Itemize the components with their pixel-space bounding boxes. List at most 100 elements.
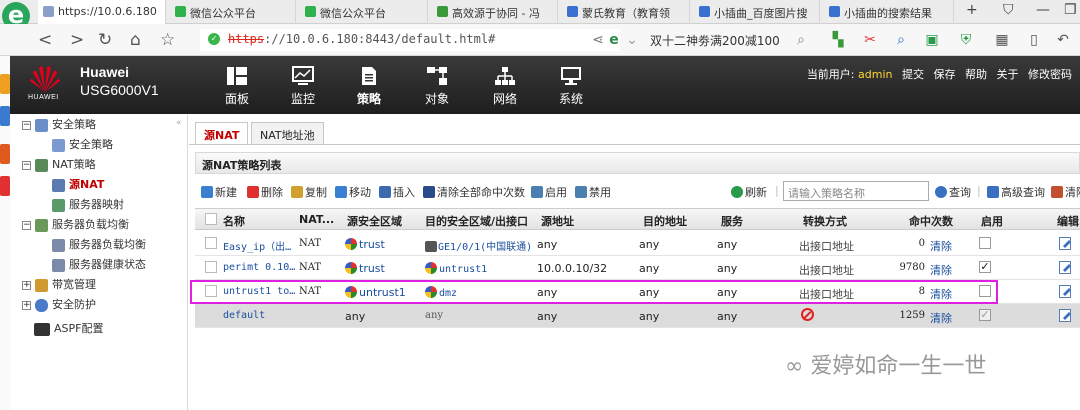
col-service[interactable]: 服务 [721,213,743,229]
tree-item-slb-group[interactable]: − 服务器负载均衡 [22,216,129,234]
rule-name[interactable]: perimt 0.10… [223,262,295,273]
about-link[interactable]: 关于 [997,68,1019,81]
edit-icon[interactable] [1059,261,1072,274]
tree-item-bandwidth[interactable]: + 带宽管理 [22,276,96,294]
advanced-query-button[interactable]: 高级查询 [987,184,1045,200]
col-dst-zone[interactable]: 目的安全区域/出接口 [425,213,528,229]
favorite-icon[interactable]: ☆ [160,30,175,50]
find-icon[interactable]: ⌕ [893,32,909,48]
query-button[interactable]: 查询 [935,184,971,200]
share-icon[interactable]: ⋖ [590,32,606,48]
row-checkbox[interactable] [205,237,217,249]
menu-policy[interactable]: 策略 [344,66,394,107]
tree-item-source-nat[interactable]: 源NAT [52,176,104,194]
delete-button[interactable]: 删除 [247,184,283,200]
chevron-down-icon[interactable]: ⌄ [624,32,640,48]
forward-icon[interactable]: > [70,30,84,50]
reload-icon[interactable]: ↻ [98,30,112,50]
menu-network[interactable]: 网络 [480,66,530,107]
clear-hits-link[interactable]: 清除 [930,286,952,302]
rule-name[interactable]: untrust1 to… [223,286,295,297]
col-hits[interactable]: 命中次数 [909,213,953,229]
new-button[interactable]: 新建 [201,184,237,200]
mobile-icon[interactable]: ▯ [1026,32,1042,48]
enable-checkbox[interactable] [979,237,991,249]
apps-icon[interactable]: ▦ [994,32,1010,48]
tree-item-server-health[interactable]: 服务器健康状态 [52,256,146,274]
table-row[interactable]: Easy_ip（出… NAT trust GE1/0/1(中国联通) any a… [195,232,1080,256]
security-icon[interactable]: ⛨ [958,32,974,48]
cut-icon[interactable]: ✂ [862,32,878,48]
browser-mode-icon[interactable]: e [606,32,622,48]
undo-icon[interactable]: ↶ [1055,32,1071,48]
col-edit[interactable]: 编辑 [1057,213,1079,229]
translate-icon[interactable]: ▚ [830,32,846,48]
col-method[interactable]: 转换方式 [803,213,847,229]
tree-item-server-mapping[interactable]: 服务器映射 [52,196,124,214]
tree-item-security-policy[interactable]: 安全策略 [52,136,113,154]
row-checkbox[interactable] [205,261,217,273]
edit-icon[interactable] [1059,309,1072,322]
change-password-link[interactable]: 修改密码 [1028,68,1072,81]
back-icon[interactable]: < [38,30,52,50]
collapse-icon[interactable]: − [22,120,31,130]
copy-button[interactable]: 复制 [291,184,327,200]
app-shortcut-icon[interactable] [0,144,10,164]
row-checkbox[interactable] [205,285,217,297]
enable-checkbox[interactable]: ✓ [979,261,991,273]
tab-nat-pool[interactable]: NAT地址池 [251,122,324,144]
collapse-icon[interactable]: − [22,220,31,230]
search-input[interactable]: 双十二神劵满200减100 [650,29,815,51]
tree-item-slb[interactable]: 服务器负载均衡 [52,236,146,254]
shirt-icon[interactable]: ⛉ [1003,2,1014,18]
insert-button[interactable]: 插入 [379,184,415,200]
select-all-checkbox[interactable] [205,213,217,225]
enable-checkbox[interactable] [979,285,991,297]
expand-icon[interactable]: + [22,280,31,290]
tree-item-aspf[interactable]: ASPF配置 [34,320,103,338]
table-row[interactable]: untrust1 to… NAT untrust1 dmz any any an… [195,280,1080,304]
tree-item-security-protection[interactable]: + 安全防护 [22,296,96,314]
restore-icon[interactable]: ❐ [1064,2,1077,18]
menu-object[interactable]: 对象 [412,66,462,107]
clear-query-button[interactable]: 清除 [1051,184,1080,200]
col-enabled[interactable]: 启用 [981,213,1003,229]
search-icon[interactable]: ⌕ [793,32,809,48]
new-tab-icon[interactable]: + [966,2,978,18]
col-src-addr[interactable]: 源地址 [541,213,574,229]
browser-tab[interactable]: 微信公众平台 [300,0,428,24]
browser-tab[interactable]: https://10.0.6.180 [38,0,166,24]
refresh-button[interactable]: 刷新 [731,184,767,200]
game-icon[interactable]: ▣ [924,32,940,48]
disable-button[interactable]: 禁用 [575,184,611,200]
submit-link[interactable]: 提交 [902,68,924,81]
clear-hits-link[interactable]: 清除 [930,310,952,326]
rule-name[interactable]: Easy_ip（出… [223,238,295,253]
col-nat-type[interactable]: NAT... [299,213,334,226]
clear-all-hits-button[interactable]: 清除全部命中次数 [423,184,525,200]
rule-name[interactable]: default [223,310,265,321]
url-input[interactable]: ✓ https://10.0.6.180:8443/default.html# [200,29,620,51]
enable-button[interactable]: 启用 [531,184,567,200]
move-button[interactable]: 移动 [335,184,371,200]
browser-tab[interactable]: 蒙氏教育（教育领 [562,0,690,24]
col-src-zone[interactable]: 源安全区域 [347,213,402,229]
edit-icon[interactable] [1059,285,1072,298]
menu-system[interactable]: 系统 [546,66,596,107]
app-shortcut-icon[interactable] [0,74,10,94]
app-shortcut-icon[interactable] [0,176,10,196]
menu-dashboard[interactable]: 面板 [212,66,262,107]
browser-tab[interactable]: 高效源于协同 - 冯 [432,0,558,24]
menu-monitor[interactable]: 监控 [278,66,328,107]
browser-tab[interactable]: 微信公众平台 [170,0,296,24]
tree-item-nat-policy-group[interactable]: − NAT策略 [22,156,96,174]
collapse-sidebar-icon[interactable]: « [176,118,182,128]
save-link[interactable]: 保存 [934,68,956,81]
table-row[interactable]: perimt 0.10… NAT trust untrust1 10.0.0.1… [195,256,1080,280]
clear-hits-link[interactable]: 清除 [930,238,952,254]
tree-item-security-policy-group[interactable]: − 安全策略 [22,116,96,134]
table-row-default[interactable]: default any any any any any 1259 清除 ✓ [195,304,1080,328]
expand-icon[interactable]: + [22,300,31,310]
help-link[interactable]: 帮助 [965,68,987,81]
browser-tab[interactable]: 小插曲_百度图片搜 [694,0,820,24]
